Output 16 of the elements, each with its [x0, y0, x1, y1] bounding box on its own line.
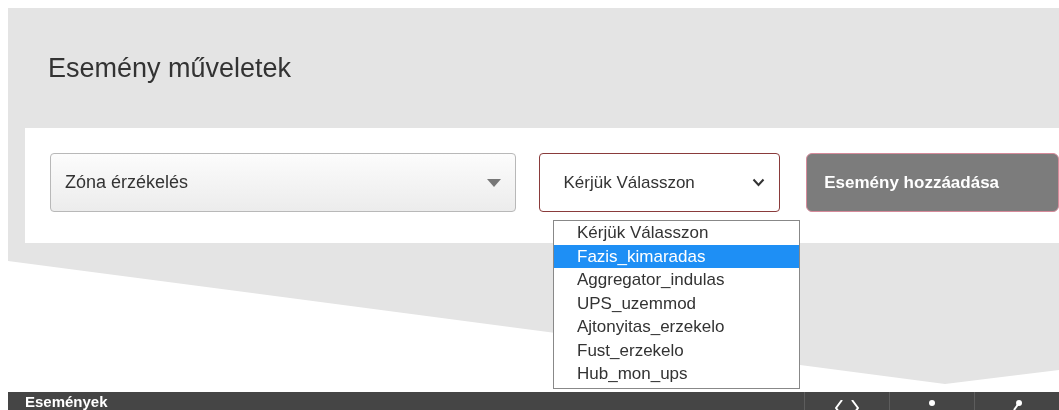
dropdown-option[interactable]: Aggregator_indulas [554, 268, 799, 292]
chevron-icon [752, 178, 766, 187]
dropdown-option[interactable]: Kérjük Válasszon [554, 221, 799, 245]
zone-select[interactable]: Zóna érzékelés [50, 153, 517, 212]
code-icon [835, 400, 859, 410]
dropdown-option[interactable]: UPS_uzemmod [554, 291, 799, 315]
section-title: Események [25, 393, 108, 410]
dropdown-option[interactable]: Fust_erzekelo [554, 338, 799, 362]
dot-icon [929, 400, 935, 406]
add-event-button[interactable]: Esemény hozzáadása [806, 153, 1059, 212]
page-title: Esemény műveletek [48, 51, 292, 85]
event-select[interactable]: Kérjük Válasszon [539, 153, 781, 212]
dot-icon [1012, 400, 1022, 410]
dropdown-option[interactable]: Ajtonyitas_erzekelo [554, 315, 799, 339]
caret-icon [487, 178, 502, 187]
dropdown-option[interactable]: Hub_mon_ups [554, 362, 799, 386]
